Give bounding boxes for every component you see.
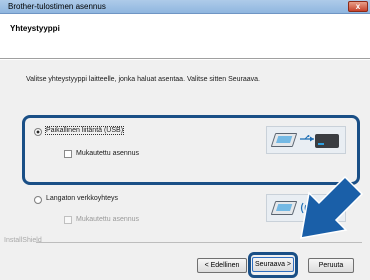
title-bar: Brother-tulostimen asennus x: [0, 0, 370, 14]
window-title: Brother-tulostimen asennus: [8, 2, 106, 11]
close-button[interactable]: x: [348, 1, 368, 12]
close-icon: x: [355, 2, 361, 11]
pointer-arrow-icon: [300, 175, 364, 239]
wizard-body: Valitse yhteystyyppi laitteelle, jonka h…: [0, 60, 370, 280]
wizard-header: Yhteystyyppi: [0, 15, 370, 59]
page-title: Yhteystyyppi: [10, 24, 60, 33]
